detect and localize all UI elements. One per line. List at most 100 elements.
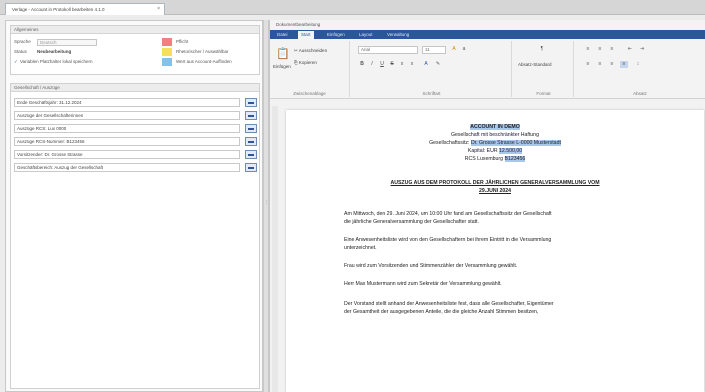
cut-label: Ausschneiden bbox=[298, 48, 328, 53]
language-select[interactable]: Deutsch bbox=[37, 39, 97, 46]
paste-label[interactable]: Einfügen bbox=[273, 63, 291, 70]
field-business-button[interactable] bbox=[245, 163, 257, 172]
general-section: Allgemeines Sprache Deutsch Status Neube… bbox=[10, 25, 260, 75]
language-label: Sprache bbox=[14, 39, 31, 44]
tab-manage[interactable]: Verwaltung bbox=[384, 31, 412, 39]
legend-label-account: Wert aus Account-Auffinden bbox=[176, 59, 232, 64]
italic-icon[interactable]: I bbox=[368, 61, 376, 68]
superscript-icon[interactable]: x bbox=[408, 61, 416, 68]
subscript-icon[interactable]: x bbox=[398, 61, 406, 68]
bullets-icon[interactable]: ≡ bbox=[584, 46, 592, 53]
line-spacing-icon[interactable]: ↕ bbox=[634, 61, 642, 68]
company-type: Gesellschaft mit beschränkter Haftung bbox=[451, 132, 539, 138]
field-business[interactable]: Geschäftsbereich: Auszug der Gesellschaf… bbox=[14, 163, 240, 172]
checkbox-label: Variablen Platzhalter lokal speichern bbox=[20, 59, 93, 64]
paragraph-5: Der Vorstand stellt anhand der Anwesenhe… bbox=[344, 301, 554, 315]
highlight-icon[interactable]: ✎ bbox=[434, 61, 442, 68]
properties-panel: Allgemeines Sprache Deutsch Status Neube… bbox=[5, 20, 263, 392]
field-rcs[interactable]: Auszüge RCS: Lux 0000 bbox=[14, 124, 240, 133]
tab-start[interactable]: Start bbox=[298, 31, 314, 39]
field-fiscal-year[interactable]: Ende Geschäftsjahr: 31.12.2024 bbox=[14, 98, 240, 107]
font-size-select[interactable]: 11 bbox=[422, 46, 446, 54]
clipboard-group: 📋 Einfügen ✂ Ausschneiden ⎘ Kopieren Zwi… bbox=[270, 41, 350, 97]
align-left-icon[interactable]: ≡ bbox=[584, 61, 592, 68]
underline-icon[interactable]: U bbox=[378, 61, 386, 68]
status-label: Status bbox=[14, 49, 27, 54]
status-value: Neubearbeitung bbox=[37, 49, 72, 54]
legend-label-required: Pflicht bbox=[176, 39, 189, 44]
checkbox-row[interactable]: ✓ Variablen Platzhalter lokal speichern bbox=[14, 58, 164, 66]
document-page[interactable]: ACCOUNT IN DEMO Gesellschaft mit beschrä… bbox=[286, 110, 704, 392]
close-icon[interactable]: × bbox=[157, 4, 160, 15]
shrink-font-icon[interactable]: a bbox=[460, 46, 468, 53]
paste-icon[interactable]: 📋 bbox=[276, 47, 290, 60]
tab-insert[interactable]: Einfügen bbox=[324, 31, 348, 39]
title-bar: Verlage - Account in Protokoll bearbeite… bbox=[0, 0, 705, 15]
ribbon: 📋 Einfügen ✂ Ausschneiden ⎘ Kopieren Zwi… bbox=[270, 39, 705, 99]
paragraph-group-label: Absatz bbox=[633, 91, 647, 96]
check-icon[interactable]: ✓ bbox=[14, 58, 18, 66]
bold-icon[interactable]: B bbox=[358, 61, 366, 68]
field-shareholders-button[interactable] bbox=[245, 111, 257, 120]
fields-section: Gesellschaft / Auszüge Ende Geschäftsjah… bbox=[10, 83, 260, 389]
paragraph-4: Herr Max Mustermann wird zum Sekretär de… bbox=[344, 281, 502, 287]
document-heading-line1: AUSZUG AUS DEM PROTOKOLL DER JÄHRLICHEN … bbox=[390, 180, 600, 186]
indent-icon[interactable]: ⇥ bbox=[638, 46, 646, 53]
paragraph-3: Frau wird zum Vorsitzenden und Stimmenzä… bbox=[344, 263, 518, 269]
numbering-icon[interactable]: ≡ bbox=[596, 46, 604, 53]
field-shareholders[interactable]: Auszüge der Gesellschafterinnen bbox=[14, 111, 240, 120]
tab-file[interactable]: Datei bbox=[274, 31, 291, 39]
legend-swatch-optional bbox=[162, 48, 172, 56]
align-right-icon[interactable]: ≡ bbox=[608, 61, 616, 68]
vertical-ruler bbox=[272, 106, 278, 392]
field-fiscal-year-button[interactable] bbox=[245, 98, 257, 107]
ribbon-tab-bar: Datei Start Einfügen Layout Verwaltung bbox=[270, 30, 705, 39]
clipboard-group-label: Zwischenablage bbox=[293, 91, 326, 96]
company-capital: Kapital: EUR 12.500,00 bbox=[467, 148, 523, 154]
font-name-select[interactable]: Arial bbox=[358, 46, 418, 54]
copy-button[interactable]: ⎘ Kopieren bbox=[294, 59, 317, 66]
style-select[interactable]: Absatz-Standard bbox=[518, 61, 552, 68]
paragraph-1: Am Mittwoch, den 29. Juni 2024, um 10:00… bbox=[344, 211, 552, 225]
cut-icon: ✂ bbox=[294, 48, 298, 53]
multilevel-icon[interactable]: ≡ bbox=[608, 46, 616, 53]
field-chairman-button[interactable] bbox=[245, 150, 257, 159]
styles-icon[interactable]: ¶ bbox=[538, 46, 546, 53]
outdent-icon[interactable]: ⇤ bbox=[626, 46, 634, 53]
font-group: Arial 11 A a B I U S x x A ✎ Schriftart bbox=[352, 41, 512, 97]
align-center-icon[interactable]: ≡ bbox=[596, 61, 604, 68]
copy-label: Kopieren bbox=[298, 60, 317, 65]
tab-layout[interactable]: Layout bbox=[356, 31, 376, 39]
legend-swatch-account bbox=[162, 58, 172, 66]
document-tab[interactable]: Verlage - Account in Protokoll bearbeite… bbox=[5, 3, 165, 15]
company-rcs: RCS Luxemburg B123456 bbox=[464, 156, 526, 162]
strikethrough-icon[interactable]: S bbox=[388, 61, 396, 68]
language-row: Sprache Deutsch bbox=[14, 38, 164, 46]
field-chairman[interactable]: Vorsitzender: Dr. Grosse Strasse bbox=[14, 150, 240, 159]
copy-icon: ⎘ bbox=[294, 60, 298, 65]
company-name: ACCOUNT IN DEMO bbox=[470, 124, 520, 130]
editor-panel: Dokumentbearbeitung Datei Start Einfügen… bbox=[269, 20, 705, 392]
legend-swatch-required bbox=[162, 38, 172, 46]
document-tab-label: Verlage - Account in Protokoll bearbeite… bbox=[12, 7, 105, 12]
editor-title: Dokumentbearbeitung bbox=[270, 20, 705, 30]
paragraph-2: Eine Anwesenheitsliste wird von den Gese… bbox=[344, 237, 552, 251]
application-window: Verlage - Account in Protokoll bearbeite… bbox=[0, 0, 705, 392]
font-group-label: Schriftart bbox=[422, 91, 441, 96]
font-color-icon[interactable]: A bbox=[422, 61, 430, 68]
field-rcs-number-button[interactable] bbox=[245, 137, 257, 146]
company-address: Gesellschaftssitz: Dr. Grosse Strasse L-… bbox=[429, 140, 561, 146]
status-row: Status Neubearbeitung bbox=[14, 48, 164, 56]
general-section-title: Allgemeines bbox=[11, 26, 259, 34]
grow-font-icon[interactable]: A bbox=[450, 46, 458, 53]
fields-section-title: Gesellschaft / Auszüge bbox=[11, 84, 259, 92]
field-rcs-button[interactable] bbox=[245, 124, 257, 133]
paragraph-group: ≡ ≡ ≡ ⇤ ⇥ ≡ ≡ ≡ ≡ ↕ Absatz bbox=[576, 41, 704, 97]
field-rcs-number[interactable]: Auszüge RCS-Nummer: B123456 bbox=[14, 137, 240, 146]
legend-label-optional: Rhetorischer / Auswählbar bbox=[176, 49, 229, 54]
justify-icon[interactable]: ≡ bbox=[620, 61, 628, 68]
document-heading-line2: 29.JUNI 2024 bbox=[478, 188, 511, 194]
style-group-label: Format bbox=[536, 91, 551, 96]
cut-button[interactable]: ✂ Ausschneiden bbox=[294, 47, 327, 54]
style-group: ¶ Absatz-Standard Format bbox=[514, 41, 574, 97]
